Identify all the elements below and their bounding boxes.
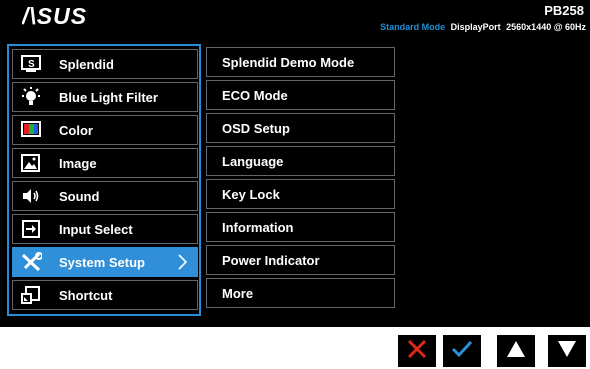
model-name: PB258 (544, 3, 584, 18)
submenu-item-information[interactable]: Information (206, 212, 395, 242)
submenu-item-splendid-demo-mode[interactable]: Splendid Demo Mode (206, 47, 395, 77)
menu-item-label: System Setup (59, 254, 145, 270)
system-setup-icon (19, 252, 43, 272)
menu-item-blue-light-filter[interactable]: Blue Light Filter (12, 82, 198, 112)
submenu-item-label: Information (222, 219, 294, 235)
menu-item-label: Input Select (59, 221, 133, 237)
menu-item-input-select[interactable]: Input Select (12, 214, 198, 244)
arrow-down-icon (557, 340, 577, 363)
svg-text:S: S (28, 59, 35, 70)
resolution-text: 2560x1440 @ 60Hz (506, 22, 586, 32)
submenu-item-label: Splendid Demo Mode (222, 54, 355, 70)
checkmark-icon (450, 339, 474, 364)
menu-item-label: Sound (59, 188, 100, 204)
submenu-item-label: Power Indicator (222, 252, 320, 268)
svg-text:/\SUS: /\SUS (22, 3, 87, 27)
menu-item-label: Color (59, 122, 93, 138)
submenu-item-label: Language (222, 153, 284, 169)
arrow-up-icon (506, 340, 526, 363)
submenu-item-more[interactable]: More (206, 278, 395, 308)
menu-item-label: Image (59, 155, 97, 171)
submenu-item-language[interactable]: Language (206, 146, 395, 176)
sound-icon (19, 186, 43, 206)
shortcut-icon (19, 285, 43, 305)
main-menu: S Splendid Blue Light Filter Color Image (7, 44, 201, 316)
splendid-icon: S (19, 54, 43, 74)
submenu-item-label: OSD Setup (222, 120, 290, 136)
menu-item-sound[interactable]: Sound (12, 181, 198, 211)
menu-item-label: Splendid (59, 56, 114, 72)
color-icon (19, 120, 43, 140)
menu-item-splendid[interactable]: S Splendid (12, 49, 198, 79)
close-icon (406, 338, 428, 365)
menu-item-image[interactable]: Image (12, 148, 198, 178)
chevron-right-icon (177, 254, 188, 275)
submenu-item-power-indicator[interactable]: Power Indicator (206, 245, 395, 275)
submenu-item-key-lock[interactable]: Key Lock (206, 179, 395, 209)
submenu-item-label: ECO Mode (222, 87, 288, 103)
menu-item-label: Blue Light Filter (59, 89, 158, 105)
up-button[interactable] (497, 335, 535, 367)
submenu-item-label: More (222, 285, 254, 301)
menu-item-system-setup[interactable]: System Setup (12, 247, 198, 277)
down-button[interactable] (548, 335, 586, 367)
asus-logo: /\SUS (21, 3, 102, 32)
confirm-button[interactable] (443, 335, 481, 367)
menu-item-shortcut[interactable]: Shortcut (12, 280, 198, 310)
image-icon (19, 153, 43, 173)
mode-text: Standard Mode (380, 22, 446, 32)
menu-item-color[interactable]: Color (12, 115, 198, 145)
status-line: Standard Mode DisplayPort 2560x1440 @ 60… (380, 22, 586, 32)
input-select-icon (19, 219, 43, 239)
submenu-item-label: Key Lock (222, 186, 280, 202)
submenu-item-eco-mode[interactable]: ECO Mode (206, 80, 395, 110)
input-source-text: DisplayPort (450, 22, 501, 32)
submenu-item-osd-setup[interactable]: OSD Setup (206, 113, 395, 143)
menu-item-label: Shortcut (59, 287, 113, 303)
osd-panel: /\SUS PB258 Standard Mode DisplayPort 25… (0, 0, 590, 327)
close-button[interactable] (398, 335, 436, 367)
blue-light-icon (19, 87, 43, 107)
